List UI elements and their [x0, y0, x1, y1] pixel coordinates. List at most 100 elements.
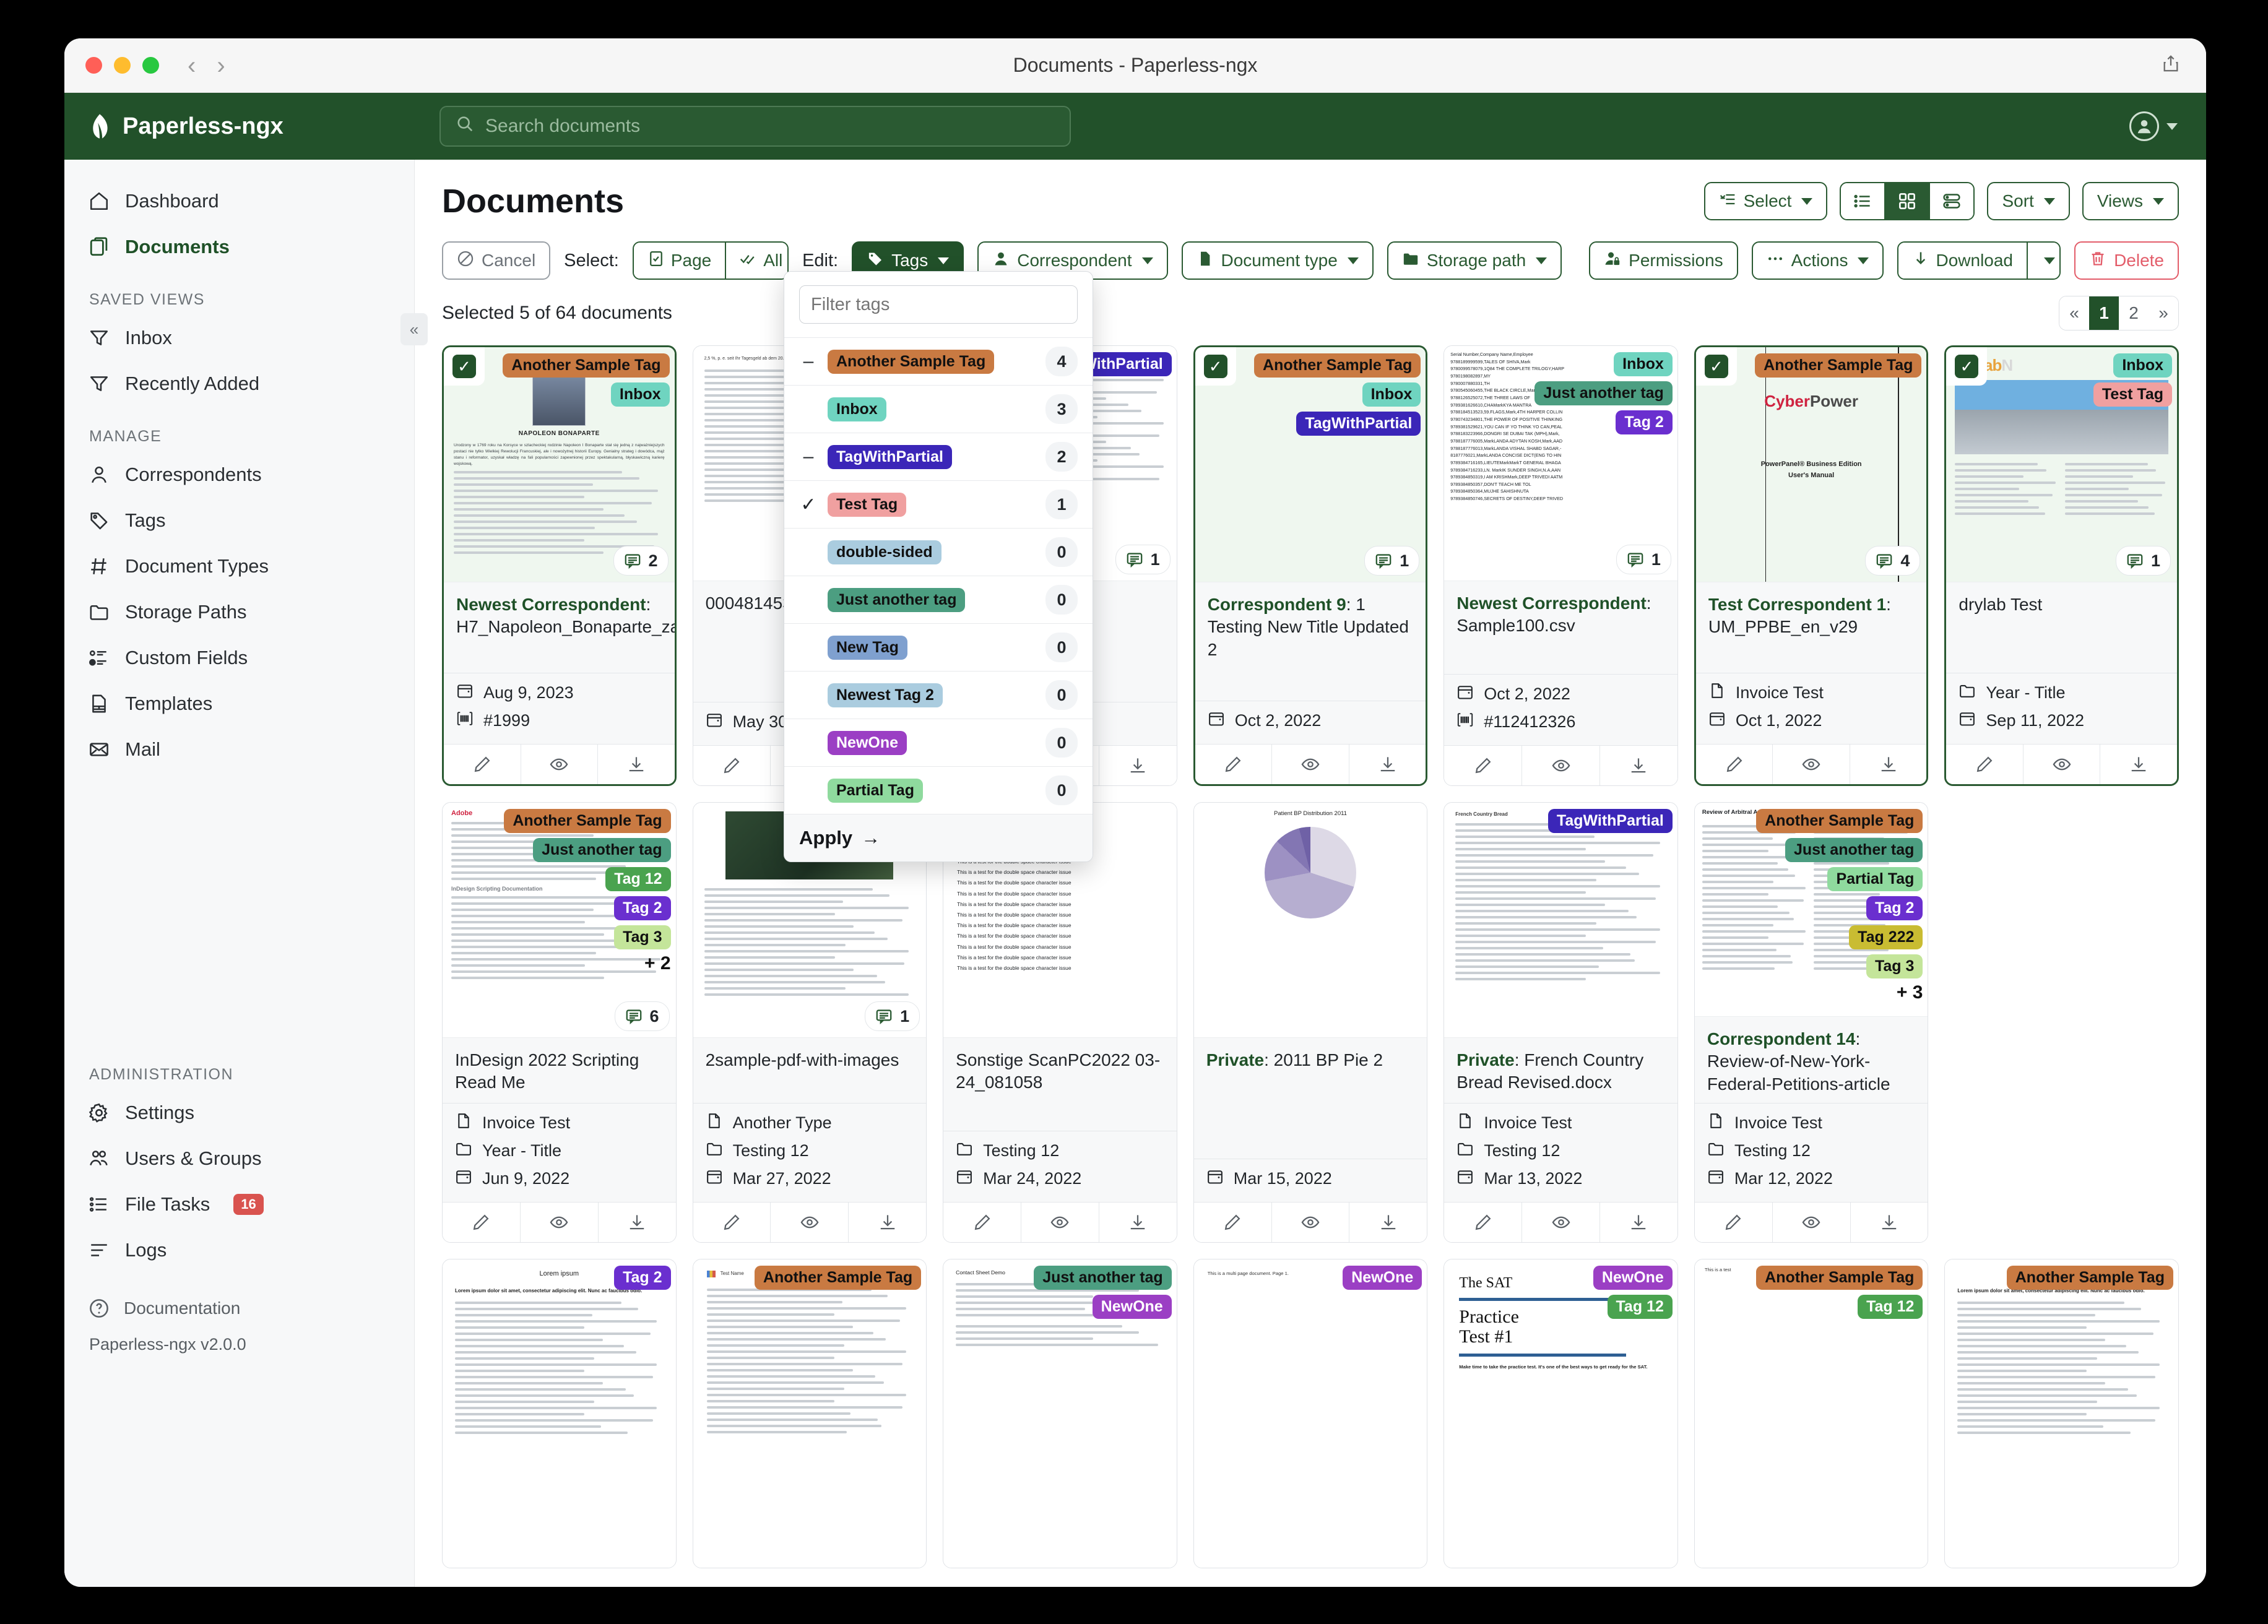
sidebar-item-file-tasks[interactable]: File Tasks 16: [64, 1181, 414, 1227]
sidebar-item-inbox[interactable]: Inbox: [64, 315, 414, 361]
document-tag[interactable]: Tag 2: [1866, 896, 1923, 920]
notes-badge[interactable]: 1: [1364, 546, 1420, 576]
document-title[interactable]: Correspondent 14: Review-of-New-York-Fed…: [1694, 1016, 1928, 1103]
tag-option[interactable]: Partial Tag 0: [784, 766, 1093, 814]
tag-option[interactable]: double-sided 0: [784, 528, 1093, 576]
document-card[interactable]: This is a test Another Sample Tag Tag 12: [1694, 1259, 1929, 1568]
document-tag[interactable]: Just another tag: [533, 838, 671, 862]
pagination-page-2[interactable]: 2: [2119, 296, 2149, 330]
document-tag[interactable]: Another Sample Tag: [1755, 353, 1922, 378]
document-tag[interactable]: Another Sample Tag: [1756, 1266, 1923, 1290]
pagination-last[interactable]: »: [2149, 296, 2178, 330]
document-tag[interactable]: TagWithPartial: [1547, 809, 1673, 833]
preview-document-button[interactable]: [771, 1203, 849, 1242]
global-search[interactable]: Search documents: [439, 106, 1071, 147]
document-thumbnail[interactable]: Test Name Another Sample Tag: [693, 1259, 927, 1568]
document-card[interactable]: French Country Bread TagWithPartial Privat…: [1443, 802, 1678, 1243]
document-correspondent[interactable]: Private: [1206, 1050, 1264, 1069]
preview-document-button[interactable]: [521, 1203, 599, 1242]
document-card[interactable]: Serial Number,Company Name,Employee 9788…: [1443, 345, 1678, 786]
document-tag[interactable]: Inbox: [2113, 353, 2172, 378]
preview-document-button[interactable]: [1773, 1203, 1851, 1242]
grid-view-button[interactable]: [1884, 183, 1929, 219]
document-tag[interactable]: Just another tag: [1534, 381, 1673, 405]
download-document-button[interactable]: [1851, 1203, 1928, 1242]
preview-document-button[interactable]: [1522, 1203, 1600, 1242]
edit-document-button[interactable]: [1946, 745, 2023, 784]
tag-option[interactable]: – TagWithPartial 2: [784, 433, 1093, 480]
select-page-button[interactable]: Page: [633, 243, 725, 279]
card-select-checkbox[interactable]: ✓: [1946, 347, 1988, 386]
sidebar-item-correspondents[interactable]: Correspondents: [64, 452, 414, 498]
document-title[interactable]: drylab Test: [1946, 582, 2177, 673]
document-tag[interactable]: Tag 3: [1866, 954, 1923, 978]
document-thumbnail[interactable]: This is a test Another Sample Tag Tag 12: [1694, 1259, 1928, 1568]
tag-option[interactable]: Newest Tag 2 0: [784, 671, 1093, 719]
notes-badge[interactable]: 4: [1865, 546, 1921, 576]
document-thumbnail[interactable]: Lorem ipsumLorem ipsum dolor sit amet, c…: [1945, 1259, 2178, 1568]
document-correspondent[interactable]: Test Correspondent 1: [1708, 595, 1886, 614]
document-correspondent[interactable]: Newest Correspondent: [1456, 594, 1647, 613]
document-card[interactable]: Test Name Another Sample Tag: [692, 1259, 927, 1568]
sidebar-item-users-groups[interactable]: Users & Groups: [64, 1136, 414, 1181]
download-options-button[interactable]: [2027, 243, 2060, 279]
actions-dropdown-button[interactable]: Actions: [1751, 241, 1884, 280]
download-document-button[interactable]: [2100, 745, 2177, 784]
storage-path-dropdown-button[interactable]: Storage path: [1387, 241, 1562, 280]
preview-document-button[interactable]: [521, 745, 599, 784]
document-correspondent[interactable]: Correspondent 14: [1707, 1029, 1856, 1048]
document-tag[interactable]: Another Sample Tag: [503, 353, 670, 378]
document-tag[interactable]: Tag 12: [1858, 1295, 1923, 1319]
document-card[interactable]: Patient BP Distribution 2011 Private: 201…: [1193, 802, 1428, 1243]
cancel-button[interactable]: Cancel: [442, 241, 551, 280]
apply-tags-button[interactable]: Apply →: [784, 814, 1093, 862]
views-dropdown-button[interactable]: Views: [2082, 182, 2179, 220]
document-tag[interactable]: NewOne: [1593, 1266, 1673, 1290]
card-select-checkbox[interactable]: ✓: [444, 347, 485, 386]
preview-document-button[interactable]: [2023, 745, 2101, 784]
download-button[interactable]: Download: [1898, 243, 2027, 279]
document-thumbnail[interactable]: Adobe InDesign Scripting Documentation Ano…: [443, 803, 676, 1038]
download-document-button[interactable]: [1600, 1203, 1677, 1242]
document-tag[interactable]: Tag 12: [605, 867, 671, 891]
user-menu[interactable]: [2129, 111, 2178, 141]
document-card[interactable]: 1 2sample-pdf-with-images Another Type Test…: [692, 802, 927, 1243]
sidebar-item-dashboard[interactable]: Dashboard: [64, 178, 414, 224]
sidebar-item-mail[interactable]: Mail: [64, 727, 414, 772]
permissions-button[interactable]: Permissions: [1589, 241, 1738, 280]
document-tag[interactable]: Inbox: [610, 382, 670, 407]
document-correspondent[interactable]: Correspondent 9: [1208, 595, 1346, 614]
document-thumbnail[interactable]: Patient BP Distribution 2011: [1193, 803, 1427, 1038]
document-thumbnail[interactable]: This is a multi page document. Page 1. Ne…: [1193, 1259, 1427, 1568]
document-tag[interactable]: Tag 12: [1607, 1295, 1673, 1319]
tag-option[interactable]: Inbox 3: [784, 385, 1093, 433]
document-type-dropdown-button[interactable]: Document type: [1181, 241, 1374, 280]
document-tag[interactable]: Tag 2: [614, 896, 671, 920]
download-document-button[interactable]: [1349, 745, 1426, 784]
document-title[interactable]: Correspondent 9: 1 Testing New Title Upd…: [1195, 582, 1426, 701]
document-tag[interactable]: Inbox: [1614, 352, 1673, 376]
notes-badge[interactable]: 1: [865, 1001, 920, 1031]
tag-option[interactable]: NewOne 0: [784, 719, 1093, 766]
document-thumbnail[interactable]: Serial Number,Company Name,Employee 9788…: [1444, 346, 1677, 581]
document-title[interactable]: 2sample-pdf-with-images: [693, 1038, 927, 1103]
traffic-lights[interactable]: [85, 57, 159, 74]
download-document-button[interactable]: [1850, 745, 1927, 784]
back-button[interactable]: ‹: [188, 53, 196, 78]
document-title[interactable]: Private: French Country Bread Revised.do…: [1444, 1038, 1677, 1103]
sidebar-item-recently-added[interactable]: Recently Added: [64, 361, 414, 407]
document-title[interactable]: Test Correspondent 1: UM_PPBE_en_v29: [1695, 582, 1927, 673]
document-tag[interactable]: Another Sample Tag: [2006, 1266, 2173, 1290]
document-tag[interactable]: Test Tag: [2093, 382, 2172, 407]
document-tag[interactable]: NewOne: [1092, 1295, 1172, 1319]
tag-filter-input[interactable]: [799, 285, 1078, 324]
document-card[interactable]: Contact Sheet Demo Just another tag NewOne: [943, 1259, 1177, 1568]
document-card[interactable]: The SAT Practice Test #1 Make time to take …: [1443, 1259, 1678, 1568]
list-view-button[interactable]: [1841, 183, 1885, 219]
document-tag[interactable]: Partial Tag: [1827, 867, 1923, 891]
download-document-button[interactable]: [598, 745, 675, 784]
document-thumbnail[interactable]: Review of Arbitral Awards Shows Swift Re…: [1694, 803, 1928, 1017]
card-select-checkbox[interactable]: ✓: [1195, 347, 1236, 386]
document-title[interactable]: Newest Correspondent: Sample100.csv: [1444, 581, 1677, 674]
document-title[interactable]: Newest Correspondent: H7_Napoleon_Bonapa…: [444, 582, 675, 673]
